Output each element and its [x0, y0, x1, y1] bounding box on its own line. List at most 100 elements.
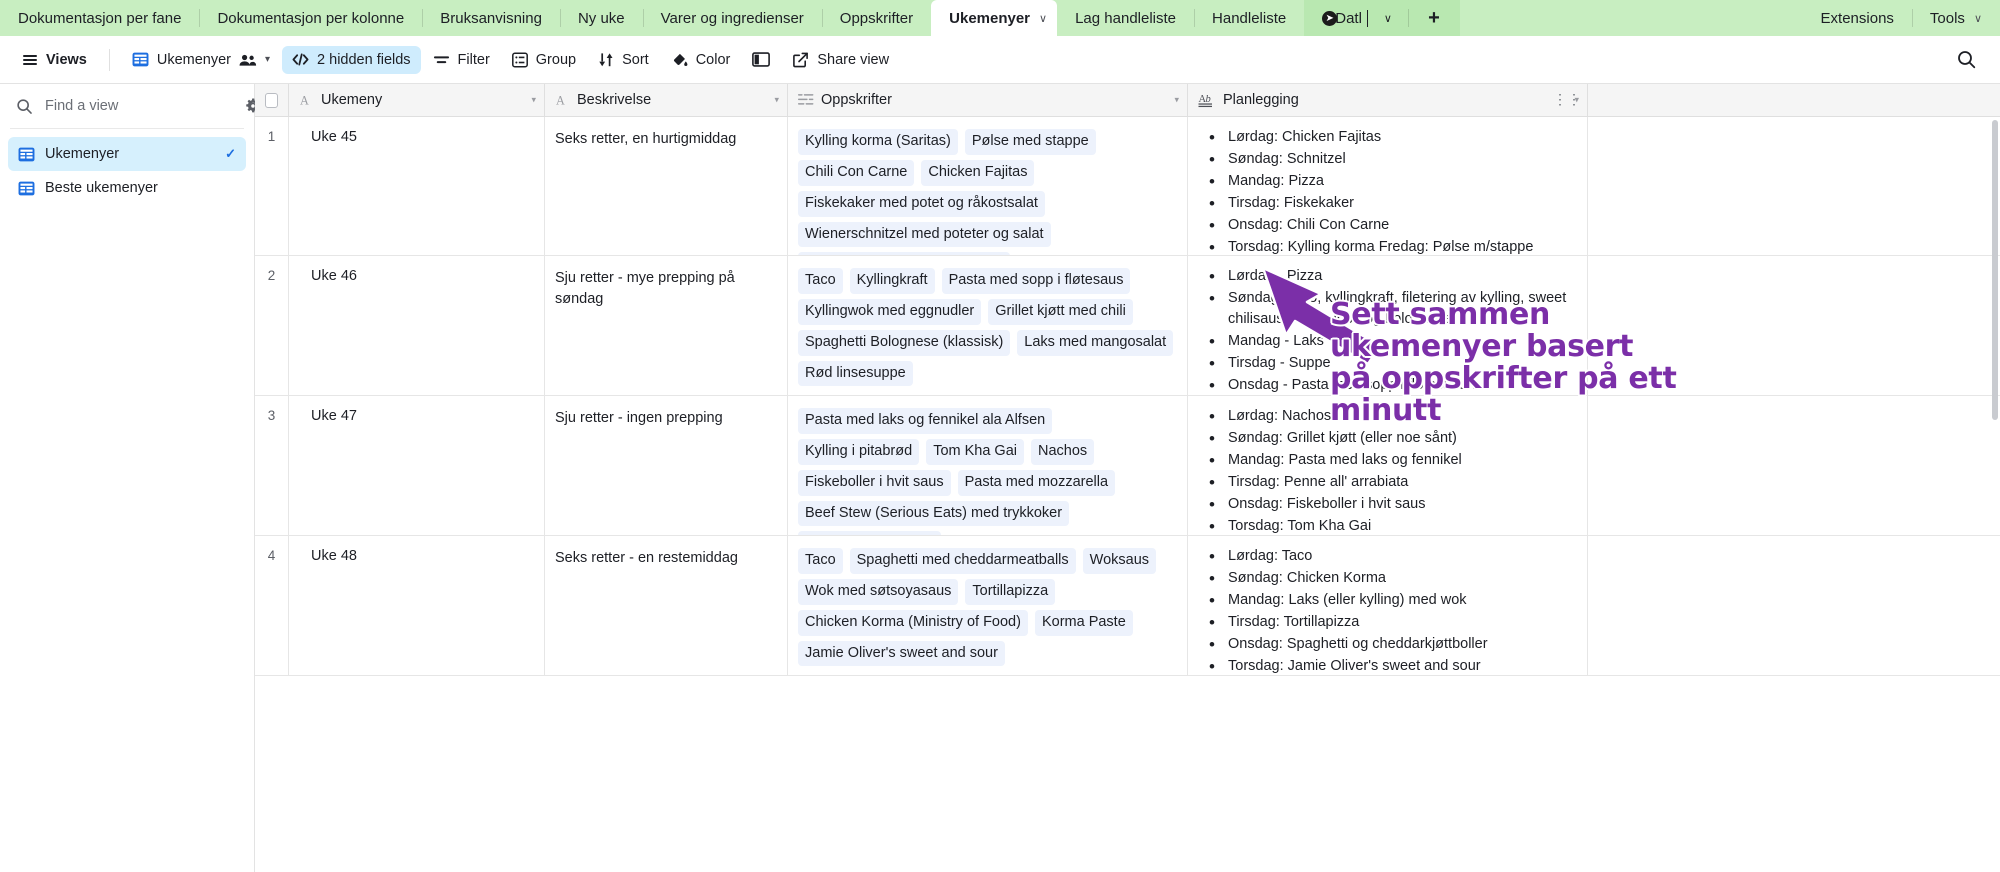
cell-oppskrifter[interactable]: Kylling korma (Saritas) Pølse med stappe… — [788, 117, 1188, 255]
linked-record-chip[interactable]: Beef Stew (Serious Eats) med trykkoker — [798, 500, 1070, 527]
header-oppskrifter[interactable]: Oppskrifter ▾ — [788, 84, 1188, 116]
linked-record-chip[interactable]: Kylling korma (Saritas) — [798, 129, 958, 155]
chevron-down-icon[interactable]: ▾ — [531, 95, 536, 106]
cell-oppskrifter[interactable]: Pasta med laks og fennikel ala Alfsen Ky… — [788, 396, 1188, 535]
tab-handleliste[interactable]: Handleliste — [1194, 0, 1304, 36]
linked-record-chip[interactable]: Chili Con Carne — [798, 159, 915, 186]
header-beskrivelse[interactable]: A Beskrivelse ▾ — [545, 84, 788, 116]
linked-record-chip[interactable]: Rød linsesuppe — [798, 360, 913, 387]
hidden-fields-button[interactable]: 2 hidden fields — [282, 45, 421, 74]
chevron-down-icon[interactable]: ∨ — [1384, 12, 1392, 25]
row-height-button[interactable] — [742, 46, 780, 73]
linked-record-chip[interactable]: Pølse med stappe — [964, 129, 1096, 155]
cell-ukemeny[interactable]: Uke 47 — [289, 396, 545, 535]
search-input[interactable] — [43, 97, 234, 115]
tab-dokumentasjon-per-fane[interactable]: Dokumentasjon per fane — [0, 0, 199, 36]
linked-record-chip[interactable]: Taco — [798, 268, 843, 294]
linked-record-chip[interactable]: Tortillapizza — [965, 578, 1056, 605]
tab-bruksanvisning[interactable]: Bruksanvisning — [422, 0, 560, 36]
tab-name-edit-value: Datl — [1335, 9, 1362, 27]
group-button[interactable]: Group — [502, 46, 586, 74]
filter-button[interactable]: Filter — [423, 46, 500, 74]
share-view-button[interactable]: Share view — [782, 46, 899, 74]
linked-record-chip[interactable]: Jamie Oliver's sweet and sour — [798, 640, 1005, 667]
color-button[interactable]: Color — [661, 46, 741, 74]
current-view-button[interactable]: Ukemenyer ▾ — [122, 45, 280, 74]
table-row[interactable]: 1 Uke 45 Seks retter, en hurtigmiddag Ky… — [255, 117, 2000, 256]
cell-planlegging[interactable]: Lørdag: Chicken Fajitas Søndag: Schnitze… — [1188, 117, 1588, 255]
list-item: Lørdag: Nachos — [1209, 405, 1577, 430]
cell-beskrivelse[interactable]: Seks retter, en hurtigmiddag — [545, 117, 788, 255]
chevron-down-icon[interactable]: ∨ — [1039, 12, 1047, 25]
linked-record-chip[interactable]: Woksaus — [1082, 548, 1157, 574]
cell-beskrivelse[interactable]: Seks retter - en restemiddag — [545, 536, 788, 675]
select-all-checkbox[interactable] — [265, 92, 278, 108]
add-tab-button[interactable]: + — [1407, 0, 1460, 36]
check-icon: ✓ — [225, 146, 236, 161]
linked-record-chip[interactable]: Pasta med mozzarella — [957, 469, 1116, 496]
linked-record-chip[interactable]: Pasta med laks og fennikel ala Alfsen — [798, 408, 1053, 434]
linked-record-chip[interactable]: Grillet kjøtt med chili — [988, 298, 1133, 325]
linked-record-chip[interactable]: Fiskekaker med potet og råkostsalat — [798, 190, 1045, 217]
linked-record-chip[interactable]: Laks med mangosalat — [1017, 329, 1174, 356]
vertical-scrollbar[interactable] — [1990, 84, 2000, 872]
sort-label: Sort — [622, 51, 649, 68]
cell-ukemeny[interactable]: Uke 48 — [289, 536, 545, 675]
cell-beskrivelse[interactable]: Sju retter - mye prepping på søndag — [545, 256, 788, 395]
linked-record-chip[interactable]: Spaghetti Bolognese (klassisk) — [798, 329, 1011, 356]
header-ukemeny[interactable]: A Ukemeny ▾ — [289, 84, 545, 116]
sidebar-item-beste-ukemenyer[interactable]: Beste ukemenyer — [8, 171, 246, 205]
linked-record-chip[interactable]: Pasta med sopp i fløtesaus — [941, 268, 1131, 294]
linked-record-chip[interactable]: Nachos — [1031, 438, 1095, 465]
add-field-icon[interactable]: ⋮⋮ — [1553, 91, 1581, 108]
linked-record-chip[interactable]: Tom Kha Gai — [926, 438, 1025, 465]
tab-lag-handleliste[interactable]: Lag handleliste — [1057, 0, 1194, 36]
tab-tools[interactable]: Tools ∨ — [1911, 0, 2000, 36]
linked-record-chip[interactable]: Penne all'arrabbiata — [798, 531, 941, 535]
cell-ukemeny[interactable]: Uke 46 — [289, 256, 545, 395]
share-view-label: Share view — [817, 51, 890, 68]
linked-record-chip[interactable]: Chicken Korma (Ministry of Food) — [798, 609, 1028, 636]
linked-record-chip[interactable]: Wok med søtsoyasaus — [798, 578, 959, 605]
tab-varer-og-ingredienser[interactable]: Varer og ingredienser — [642, 0, 822, 36]
linked-record-chip[interactable]: Spaghetti med cheddarmeatballs — [849, 548, 1076, 574]
sort-button[interactable]: Sort — [588, 46, 659, 74]
cell-planlegging[interactable]: Lørdag - Pizza Søndag: Taco, kyllingkraf… — [1188, 256, 1588, 395]
linked-record-chip[interactable]: Wienerschnitzel med poteter og salat — [798, 221, 1051, 248]
chevron-down-icon[interactable]: ▾ — [774, 95, 779, 106]
sidebar-item-ukemenyer[interactable]: Ukemenyer ✓ — [8, 137, 246, 171]
cell-oppskrifter[interactable]: Taco Kyllingkraft Pasta med sopp i fløte… — [788, 256, 1188, 395]
table-row[interactable]: 3 Uke 47 Sju retter - ingen prepping Pas… — [255, 396, 2000, 536]
cell-planlegging[interactable]: Lørdag: Taco Søndag: Chicken Korma Manda… — [1188, 536, 1588, 675]
chevron-down-icon[interactable]: ▾ — [1174, 95, 1179, 106]
tab-name-edit-field[interactable]: ➤ Datl ∨ — [1304, 0, 1408, 36]
cell-ukemeny[interactable]: Uke 45 — [289, 117, 545, 255]
scrollbar-thumb[interactable] — [1992, 120, 1998, 420]
tab-label: Dokumentasjon per fane — [18, 9, 182, 27]
linked-record-chip[interactable]: Kyllingkraft — [849, 268, 935, 294]
linked-record-chip[interactable]: Kylling i pitabrød — [798, 438, 920, 465]
table-row[interactable]: 2 Uke 46 Sju retter - mye prepping på sø… — [255, 256, 2000, 396]
linked-record-chip[interactable]: Spaghetti Bolognese (klassisk) — [798, 252, 1011, 255]
tab-ukemenyer-active[interactable]: Ukemenyer ∨ — [931, 0, 1058, 36]
table-row[interactable]: 4 Uke 48 Seks retter - en restemiddag Ta… — [255, 536, 2000, 676]
cell-oppskrifter[interactable]: Taco Spaghetti med cheddarmeatballs Woks… — [788, 536, 1188, 675]
tab-extensions[interactable]: Extensions — [1803, 0, 1912, 36]
cell-beskrivelse[interactable]: Sju retter - ingen prepping — [545, 396, 788, 535]
linked-record-chip[interactable]: Taco — [798, 548, 843, 574]
header-planlegging[interactable]: A b Planlegging ▾ ⋮⋮ — [1188, 84, 1588, 116]
tab-oppskrifter[interactable]: Oppskrifter — [821, 0, 931, 36]
tab-ny-uke[interactable]: Ny uke — [559, 0, 643, 36]
views-button[interactable]: Views — [14, 46, 97, 74]
tab-dokumentasjon-per-kolonne[interactable]: Dokumentasjon per kolonne — [199, 0, 422, 36]
planlegging-list: Lørdag: Nachos Søndag: Grillet kjøtt (el… — [1198, 405, 1577, 535]
linked-record-chip[interactable]: Korma Paste — [1034, 609, 1133, 636]
header-select-all[interactable] — [255, 84, 289, 116]
linked-record-chip[interactable]: Fiskeboller i hvit saus — [798, 469, 951, 496]
linked-record-chip[interactable]: Kyllingwok med eggnudler — [798, 298, 982, 325]
search-button[interactable] — [1947, 44, 1986, 75]
list-item: Torsdag: Jamie Oliver's sweet and sour — [1209, 655, 1577, 675]
share-icon — [792, 52, 809, 68]
cell-planlegging[interactable]: Lørdag: Nachos Søndag: Grillet kjøtt (el… — [1188, 396, 1588, 535]
linked-record-chip[interactable]: Chicken Fajitas — [921, 159, 1035, 186]
